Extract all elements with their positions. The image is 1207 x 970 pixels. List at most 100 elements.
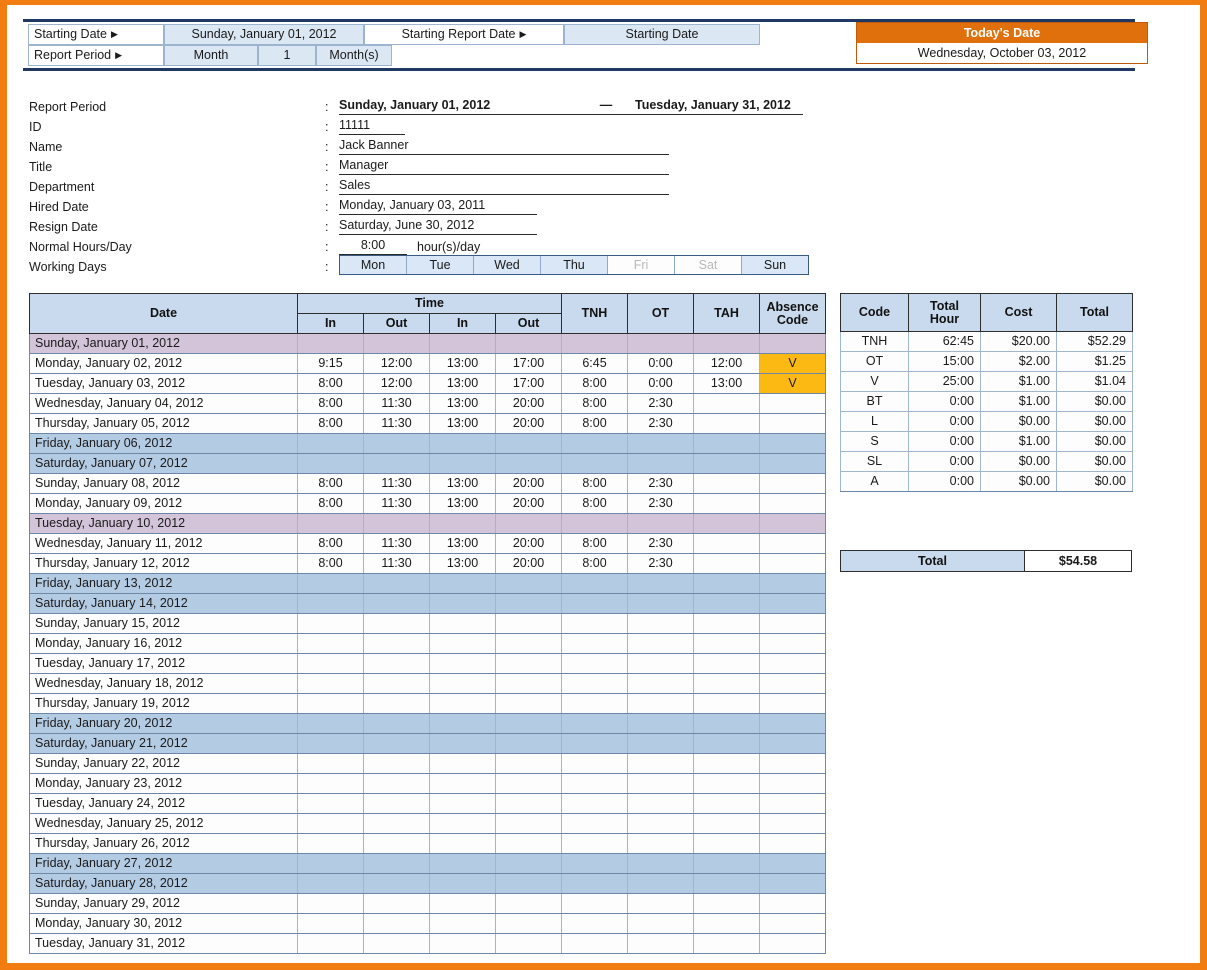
cell-tah[interactable] [694,594,760,614]
cell-ot[interactable]: 0:00 [628,354,694,374]
th-in-1[interactable]: In [298,314,364,334]
cell-date[interactable]: Monday, January 16, 2012 [30,634,298,654]
cell-in2[interactable]: 13:00 [430,414,496,434]
cell-in1[interactable]: 8:00 [298,394,364,414]
report-period-label-cell[interactable]: Report Period ▶ [28,45,164,66]
cell-in2[interactable] [430,454,496,474]
cell-ot[interactable] [628,914,694,934]
cell-ot[interactable] [628,834,694,854]
cell-abs[interactable] [760,694,826,714]
cell-out2[interactable] [496,334,562,354]
cell-abs[interactable] [760,494,826,514]
cell-in2[interactable] [430,694,496,714]
cell-tah[interactable] [694,854,760,874]
cell-date[interactable]: Sunday, January 01, 2012 [30,334,298,354]
cell-abs[interactable] [760,754,826,774]
cell-out1[interactable] [364,614,430,634]
summary-cell-cost[interactable]: $20.00 [981,332,1057,352]
cell-abs[interactable] [760,594,826,614]
cell-tnh[interactable]: 8:00 [562,494,628,514]
cell-out2[interactable] [496,774,562,794]
summary-cell-total[interactable]: $0.00 [1057,412,1133,432]
cell-ot[interactable] [628,594,694,614]
cell-in1[interactable] [298,514,364,534]
cell-tah[interactable] [694,394,760,414]
cell-abs[interactable] [760,554,826,574]
cell-tnh[interactable]: 8:00 [562,474,628,494]
employee-title-value[interactable]: Manager [339,157,669,175]
cell-abs[interactable] [760,934,826,954]
cell-out2[interactable] [496,574,562,594]
cell-tah[interactable] [694,894,760,914]
cell-tnh[interactable] [562,654,628,674]
th-summary-code[interactable]: Code [841,294,909,332]
cell-in1[interactable]: 8:00 [298,534,364,554]
cell-tnh[interactable] [562,334,628,354]
cell-out2[interactable] [496,674,562,694]
cell-ot[interactable]: 0:00 [628,374,694,394]
cell-out1[interactable]: 12:00 [364,374,430,394]
cell-out2[interactable]: 20:00 [496,494,562,514]
cell-date[interactable]: Monday, January 02, 2012 [30,354,298,374]
cell-date[interactable]: Thursday, January 05, 2012 [30,414,298,434]
cell-in2[interactable]: 13:00 [430,534,496,554]
cell-tah[interactable] [694,834,760,854]
cell-date[interactable]: Thursday, January 19, 2012 [30,694,298,714]
cell-abs[interactable] [760,814,826,834]
cell-ot[interactable]: 2:30 [628,414,694,434]
th-summary-cost[interactable]: Cost [981,294,1057,332]
summary-cell-hour[interactable]: 0:00 [909,392,981,412]
starting-date-label-cell[interactable]: Starting Date ▶ [28,24,164,45]
cell-in2[interactable] [430,754,496,774]
cell-ot[interactable] [628,694,694,714]
cell-in2[interactable] [430,674,496,694]
cell-tah[interactable] [694,634,760,654]
cell-out2[interactable]: 20:00 [496,414,562,434]
cell-tah[interactable] [694,454,760,474]
cell-out2[interactable] [496,874,562,894]
cell-tah[interactable] [694,734,760,754]
cell-in2[interactable] [430,834,496,854]
cell-tah[interactable] [694,694,760,714]
summary-cell-hour[interactable]: 0:00 [909,472,981,492]
cell-abs[interactable] [760,534,826,554]
report-period-count-cell[interactable]: 1 [258,45,316,66]
cell-abs[interactable] [760,714,826,734]
summary-cell-cost[interactable]: $0.00 [981,452,1057,472]
cell-ot[interactable] [628,634,694,654]
summary-cell-cost[interactable]: $1.00 [981,372,1057,392]
cell-abs[interactable] [760,394,826,414]
cell-tnh[interactable] [562,934,628,954]
summary-cell-code[interactable]: V [841,372,909,392]
summary-cell-total[interactable]: $0.00 [1057,452,1133,472]
cell-in1[interactable] [298,334,364,354]
cell-out1[interactable] [364,754,430,774]
working-day-fri[interactable]: Fri [608,256,675,274]
cell-tnh[interactable] [562,454,628,474]
cell-date[interactable]: Tuesday, January 24, 2012 [30,794,298,814]
cell-in1[interactable] [298,894,364,914]
th-summary-total-hour[interactable]: Total Hour [909,294,981,332]
cell-in1[interactable] [298,694,364,714]
cell-out2[interactable] [496,454,562,474]
cell-in2[interactable] [430,714,496,734]
cell-tnh[interactable] [562,514,628,534]
cell-abs[interactable] [760,634,826,654]
cell-out1[interactable]: 11:30 [364,474,430,494]
cell-ot[interactable] [628,754,694,774]
cell-in2[interactable] [430,894,496,914]
cell-out2[interactable]: 17:00 [496,354,562,374]
cell-out1[interactable] [364,714,430,734]
summary-cell-hour[interactable]: 25:00 [909,372,981,392]
cell-in2[interactable] [430,814,496,834]
working-day-sat[interactable]: Sat [675,256,742,274]
cell-date[interactable]: Saturday, January 07, 2012 [30,454,298,474]
cell-ot[interactable] [628,734,694,754]
cell-in1[interactable]: 8:00 [298,554,364,574]
cell-tnh[interactable] [562,434,628,454]
cell-out2[interactable] [496,754,562,774]
report-period-suffix-cell[interactable]: Month(s) [316,45,392,66]
summary-cell-cost[interactable]: $0.00 [981,412,1057,432]
th-ot[interactable]: OT [628,294,694,334]
cell-in1[interactable] [298,754,364,774]
